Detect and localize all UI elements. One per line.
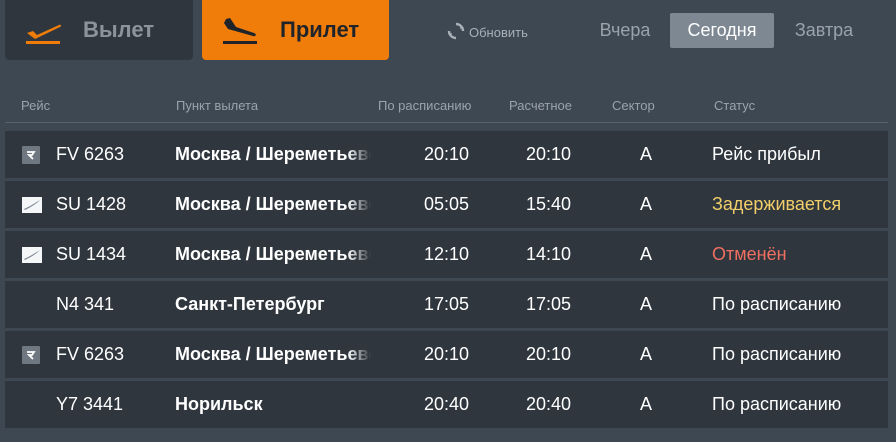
status-text: По расписанию — [712, 294, 842, 314]
logo-placeholder — [22, 281, 42, 328]
table-row[interactable]: FV 6263 Москва / Шереметьево 20:10 20:10 A Ре… — [5, 131, 888, 178]
flight-number: FV 6263 — [56, 344, 125, 364]
day-tab-tomorrow[interactable]: Завтра — [784, 13, 864, 48]
tab-arrival-label: Прилет — [280, 17, 360, 42]
scheduled-time: 17:05 — [424, 294, 470, 314]
scheduled-time: 20:10 — [424, 144, 470, 164]
origin-city: Санкт-Петербург — [175, 294, 325, 314]
column-header-origin: Пункт вылета — [176, 98, 259, 113]
day-tab-yesterday[interactable]: Вчера — [590, 13, 660, 48]
logo-placeholder — [22, 381, 42, 428]
estimated-time: 14:10 — [526, 244, 572, 264]
scheduled-time: 20:40 — [424, 394, 470, 414]
plane-landing-icon — [220, 15, 260, 45]
estimated-time: 20:40 — [526, 394, 572, 414]
scheduled-time: 12:10 — [424, 244, 470, 264]
table-row[interactable]: FV 6263 Москва / Шереметьево 20:10 20:10 A По… — [5, 331, 888, 378]
tab-departure[interactable]: Вылет — [5, 0, 193, 60]
sector: A — [640, 294, 653, 314]
origin-city: Москва / Шереметьево — [175, 344, 371, 364]
column-header-scheduled: По расписанию — [378, 98, 472, 113]
flight-number: Y7 3441 — [56, 394, 124, 414]
aeroflot-logo-icon — [22, 231, 42, 278]
sector: A — [640, 144, 653, 164]
tab-arrival[interactable]: Прилет — [202, 0, 389, 60]
table-row[interactable]: N4 341 Санкт-Петербург 17:05 17:05 A По распи… — [5, 281, 888, 328]
table-row[interactable]: SU 1434 Москва / Шереметьево 12:10 14:10 A От… — [5, 231, 888, 278]
scheduled-time: 05:05 — [424, 194, 470, 214]
flight-number: SU 1428 — [56, 194, 127, 214]
status-text: По расписанию — [712, 344, 842, 364]
status-text: Отменён — [712, 244, 787, 264]
estimated-time: 15:40 — [526, 194, 572, 214]
estimated-time: 17:05 — [526, 294, 572, 314]
column-header-flight: Рейс — [21, 98, 51, 113]
origin-city: Норильск — [175, 394, 263, 414]
sector: A — [640, 394, 653, 414]
flight-number: SU 1434 — [56, 244, 127, 264]
refresh-icon — [447, 22, 465, 43]
table-row[interactable]: SU 1428 Москва / Шереметьево 05:05 15:40 A За… — [5, 181, 888, 228]
origin-city: Москва / Шереметьево — [175, 144, 371, 164]
scheduled-time: 20:10 — [424, 344, 470, 364]
day-tab-today[interactable]: Сегодня — [670, 13, 774, 48]
origin-city: Москва / Шереметьево — [175, 244, 371, 264]
column-header-sector: Сектор — [612, 98, 655, 113]
rossiya-logo-icon — [22, 131, 42, 178]
rossiya-logo-icon — [22, 331, 42, 378]
status-text: Рейс прибыл — [712, 144, 821, 164]
status-text: По расписанию — [712, 394, 842, 414]
sector: A — [640, 344, 653, 364]
plane-takeoff-icon — [23, 15, 63, 45]
origin-city: Москва / Шереметьево — [175, 194, 371, 214]
refresh-button[interactable]: Обновить — [447, 21, 528, 43]
header-divider — [5, 122, 888, 123]
column-header-status: Статус — [714, 98, 756, 113]
flight-number: N4 341 — [56, 294, 115, 314]
flight-number: FV 6263 — [56, 144, 125, 164]
estimated-time: 20:10 — [526, 344, 572, 364]
column-header-estimated: Расчетное — [509, 98, 572, 113]
table-row[interactable]: Y7 3441 Норильск 20:40 20:40 A По расписанию — [5, 381, 888, 428]
sector: A — [640, 244, 653, 264]
aeroflot-logo-icon — [22, 181, 42, 228]
refresh-label: Обновить — [469, 24, 528, 40]
tab-departure-label: Вылет — [83, 17, 155, 42]
estimated-time: 20:10 — [526, 144, 572, 164]
status-text: Задерживается — [712, 194, 842, 214]
sector: A — [640, 194, 653, 214]
